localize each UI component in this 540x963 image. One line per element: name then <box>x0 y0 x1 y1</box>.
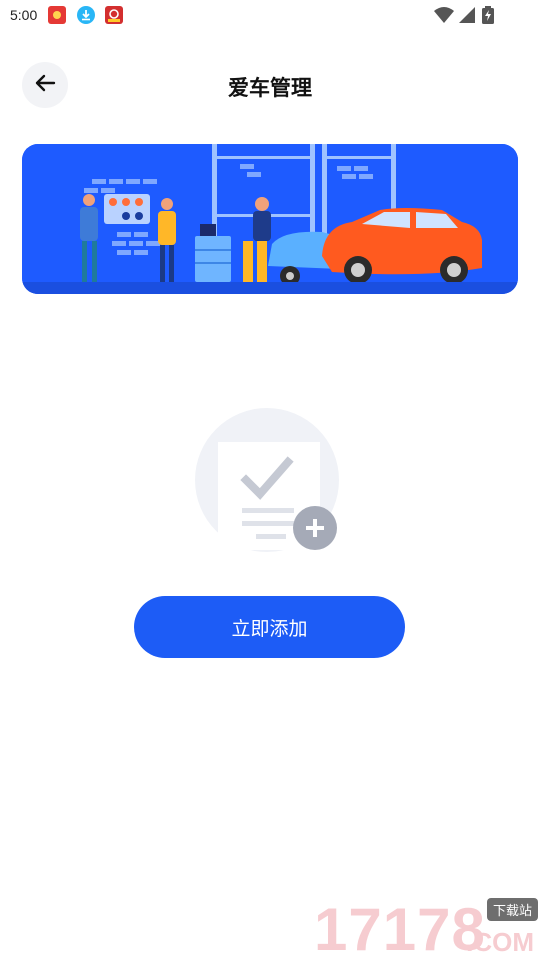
add-now-button[interactable]: 立即添加 <box>134 596 405 658</box>
red-envelope-icon <box>48 6 66 24</box>
page-title: 爱车管理 <box>228 76 312 100</box>
status-indicators <box>434 6 504 26</box>
car-repair-illustration <box>22 144 518 294</box>
add-document-icon <box>190 400 350 560</box>
cellular-signal-icon <box>458 6 476 28</box>
shop-icon <box>105 6 123 24</box>
download-icon <box>77 6 95 24</box>
header: 爱车管理 <box>0 60 540 114</box>
battery-charging-icon <box>482 6 494 28</box>
status-time: 5:00 <box>10 7 38 23</box>
status-bar: 5:00 <box>0 0 540 32</box>
banner-image <box>22 144 518 294</box>
watermark-digits: 17178 <box>314 896 486 963</box>
watermark-badge: 下载站 <box>486 898 538 921</box>
wifi-icon <box>434 6 454 28</box>
watermark-logo: 17178 下载站 .COM <box>314 896 540 960</box>
watermark-domain: .COM <box>466 927 534 957</box>
